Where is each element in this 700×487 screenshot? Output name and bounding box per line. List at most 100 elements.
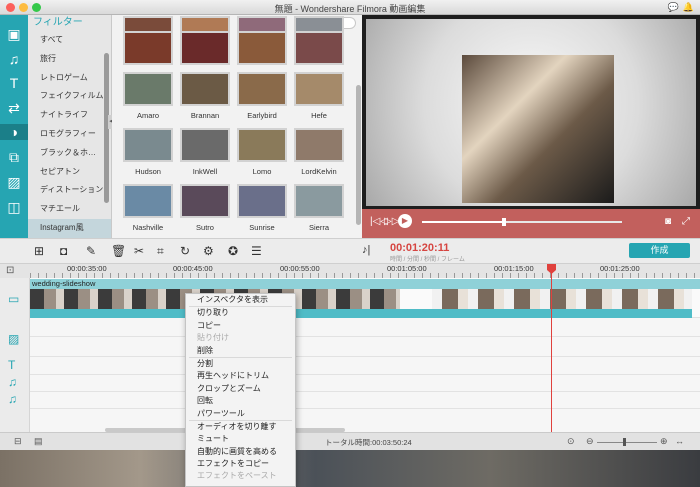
timeline-tracks: ▭ ▨ T ♫ ♫ wedding-slideshow [0,278,700,432]
zoom-out-icon[interactable]: ⊖ [586,436,594,447]
context-menu-item[interactable]: オーディオを切り離す [186,421,295,433]
snap-icon[interactable]: ⊙ [567,436,575,447]
context-menu-item[interactable]: パワーツール [186,408,295,420]
fullscreen-icon[interactable]: ⤢ [682,216,690,227]
filter-thumbnail[interactable] [180,184,230,218]
progress-knob[interactable] [502,218,506,226]
filter-thumbnail[interactable] [180,31,230,65]
playhead[interactable] [551,264,552,434]
context-menu-item[interactable]: エフェクトをコピー [186,458,295,470]
filter-icon[interactable]: ◑ [0,124,28,140]
media-library-icon[interactable]: ▣ [5,26,23,42]
export-button[interactable]: 作成 [629,243,690,258]
timeline-add-track-icon[interactable]: ⊡ [6,265,14,276]
music-track-icon: ♫ [8,392,17,406]
context-menu-item[interactable]: ミュート [186,433,295,445]
filter-category-item[interactable]: ロモグラフィー [28,125,111,144]
music-track-icon: ♫ [8,375,17,389]
context-menu-item[interactable]: 削除 [186,345,295,357]
filter-thumbnail-label: Nashville [132,223,164,232]
filter-thumbnail[interactable] [294,72,344,106]
text-icon[interactable]: T [5,75,23,91]
overlay-icon[interactable]: ⧉ [5,149,23,165]
filmora-window: 無題 - Wondershare Filmora 動画編集 💬 🔔 ▣ ♫ T ⇄… [0,0,700,450]
video-clip[interactable] [432,289,692,309]
timeline-ruler[interactable]: 00:00:35:00 00:00:45:00 00:00:55:00 00:0… [0,264,700,278]
context-menu-item[interactable]: インスペクタを表示 [186,294,295,306]
filter-category-item[interactable]: ディストーション [28,181,111,200]
color-icon[interactable]: ✪ [228,244,238,258]
filter-thumbnail[interactable] [294,184,344,218]
ruler-label: 00:01:15:00 [494,264,534,273]
filter-thumbnail[interactable] [294,31,344,65]
add-media-icon[interactable]: ⊞ [34,244,44,258]
filter-category-item[interactable]: セピアトン [28,163,111,182]
music-icon[interactable]: ♫ [5,51,23,67]
transition-icon[interactable]: ⇄ [5,100,23,116]
fit-timeline-icon[interactable]: ↔ [675,436,684,446]
video-track-icon: ▭ [8,292,20,306]
context-menu-item[interactable]: コピー [186,320,295,332]
filter-thumbnail[interactable] [180,72,230,106]
status-bar: ⊟ ▤ トータル時間:00:03:50:24 ⊙ ⊖ ⊕ ↔ [0,432,700,450]
zoom-knob[interactable] [623,438,626,446]
rotate-icon[interactable]: ↻ [180,244,190,258]
filter-category-item[interactable]: ナイトライフ [28,106,111,125]
filter-thumbnail[interactable] [294,128,344,162]
filter-thumbnail[interactable] [123,128,173,162]
storyboard-icon[interactable]: ⊟ [14,436,22,447]
track-headers: ▭ ▨ T ♫ ♫ [0,278,30,432]
audio-levels-icon[interactable]: ♪| [362,244,370,256]
settings-icon[interactable]: ⚙ [203,244,214,258]
cut-icon[interactable]: ✂ [134,244,144,258]
delete-icon[interactable]: 🗑 [111,244,126,258]
filter-thumbnail-label: InkWell [192,167,218,176]
audio-mixer-icon[interactable]: ☰ [251,244,262,258]
filter-category-item[interactable]: レトロゲーム [28,69,111,88]
context-menu-item[interactable]: 回転 [186,395,295,407]
filter-thumbnail[interactable] [180,128,230,162]
desktop-background [0,450,700,487]
filter-thumbnail[interactable] [237,72,287,106]
chat-icon[interactable]: 💬 [668,2,679,12]
snapshot-icon[interactable]: ◙ [665,216,671,227]
timecode: 00:01:20:11 [390,242,450,254]
filter-category-panel: フィルター すべて 旅行 レトロゲーム フェイクフィルム ナイトライフ ロモグラ… [28,15,112,238]
context-menu-item[interactable]: 再生ヘッドにトリム [186,370,295,382]
bell-icon[interactable]: 🔔 [683,2,694,12]
context-menu-item[interactable]: クロップとズーム [186,383,295,395]
filter-thumbnail[interactable] [237,31,287,65]
filter-thumbnail[interactable] [237,128,287,162]
preview-controls: |◁◁ ▷▷| ▶ ◙ ⤢ [362,209,700,238]
filter-category-item-selected[interactable]: Instagram風 [28,218,111,238]
context-menu-item[interactable]: 分割 [186,358,295,370]
filter-category-item[interactable]: フェイクフィルム [28,87,111,106]
crop-icon[interactable]: ⌗ [157,244,164,259]
filter-category-item[interactable]: すべて [28,31,111,50]
play-button[interactable]: ▶ [398,214,412,228]
split-screen-icon[interactable]: ◫ [5,199,23,215]
context-menu-item[interactable]: 切り取り [186,307,295,319]
library-scrollbar[interactable] [356,85,361,225]
track-divider [30,336,700,337]
zoom-slider[interactable] [597,442,657,443]
filter-thumbnail[interactable] [123,31,173,65]
zoom-in-icon[interactable]: ⊕ [660,436,668,447]
record-icon[interactable]: ◘ [60,244,67,258]
filter-category-item[interactable]: ブラック＆ホ… [28,144,111,163]
context-menu: インスペクタを表示 切り取り コピー 貼り付け 削除 分割 再生ヘッドにトリム クロップとズー… [185,293,296,487]
filter-category-item[interactable]: 旅行 [28,50,111,69]
filter-thumbnail-label: Sutro [196,223,214,232]
ruler-label: 00:00:45:00 [173,264,213,273]
image-icon[interactable]: ▨ [5,174,23,190]
filter-thumbnail[interactable] [123,72,173,106]
filter-thumbnail[interactable] [123,184,173,218]
context-menu-item[interactable]: 自動的に画質を高める [186,446,295,458]
preview-progress-bar[interactable] [422,218,622,226]
filter-category-list: すべて 旅行 レトロゲーム フェイクフィルム ナイトライフ ロモグラフィー ブラ… [28,31,111,238]
edit-pen-icon[interactable]: ✎ [86,244,96,258]
timecode-caption: 時間 / 分間 / 秒間 / フレーム [390,257,465,263]
filter-category-item[interactable]: マチエール [28,200,111,219]
timeline-view-icon[interactable]: ▤ [34,436,43,447]
filter-thumbnail[interactable] [237,184,287,218]
